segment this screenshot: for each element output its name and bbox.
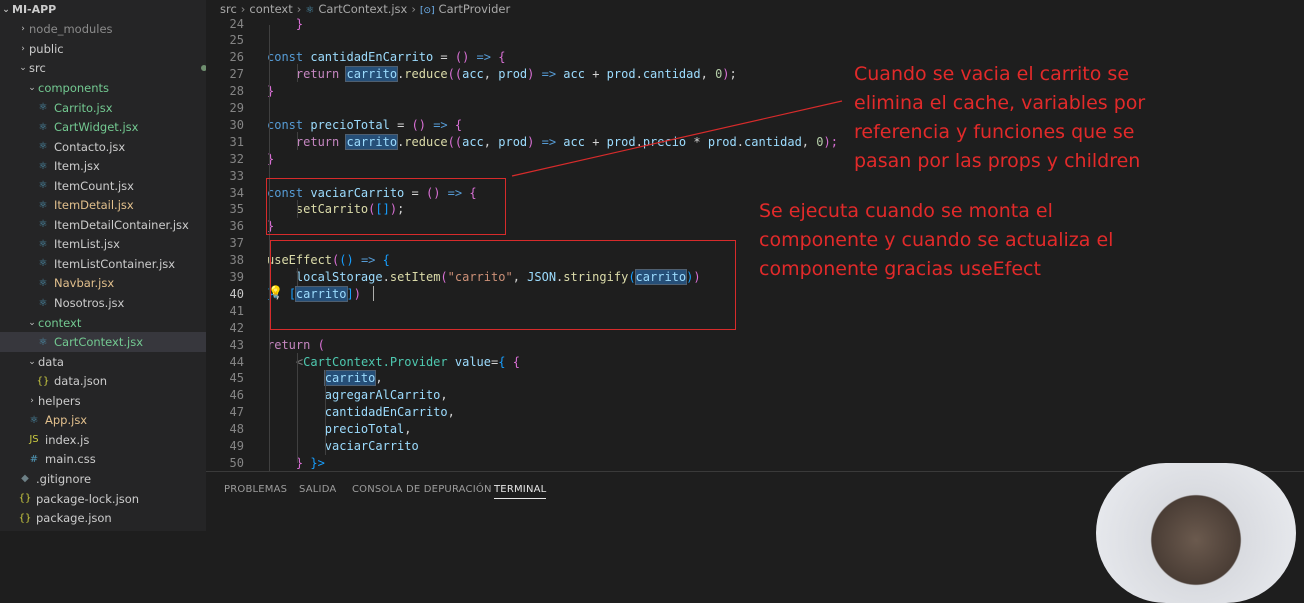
chevron-down-icon: ⌄ (28, 82, 36, 93)
json-file-icon: {} (18, 512, 32, 524)
file-tree-item[interactable]: › node_modules (0, 20, 206, 40)
file-tree-item[interactable]: ⌄ components (0, 78, 206, 98)
file-tree-label: .gitignore (36, 471, 92, 486)
chevron-down-icon: ⌄ (2, 4, 10, 15)
file-tree-label: ItemListContainer.jsx (54, 256, 176, 271)
annotation-note-useeffect: Se ejecuta cuando se monta el componente… (759, 197, 1113, 284)
file-tree-item[interactable]: ⚛ ItemList.jsx (0, 235, 206, 255)
js-file-icon: JS (29, 434, 39, 446)
css-file-icon: # (29, 453, 39, 465)
file-tree-label: package.json (36, 511, 112, 526)
file-tree-item[interactable]: ⚛ Nosotros.jsx (0, 293, 206, 313)
file-tree-item[interactable]: ◆ .gitignore (0, 469, 206, 489)
annotation-line: referencia y funciones que se (854, 121, 1135, 143)
annotation-note-vaciar: Cuando se vacia el carrito se elimina el… (854, 60, 1145, 176)
file-tree-item[interactable]: ⚛ Contacto.jsx (0, 137, 206, 157)
annotation-line: elimina el cache, variables por (854, 92, 1146, 114)
file-tree-label: package-lock.json (36, 491, 140, 506)
file-tree-item[interactable]: ⌄ src (0, 59, 206, 79)
file-tree-label: ItemList.jsx (54, 237, 120, 252)
chevron-right-icon: › (21, 43, 25, 54)
tab-salida[interactable]: SALIDA (299, 484, 336, 495)
file-tree-label: src (29, 61, 46, 76)
file-tree-item[interactable]: ⚛Navbar.jsxM (0, 274, 206, 294)
file-tree-item[interactable]: JS index.js (0, 430, 206, 450)
root-folder-label: MI-APP (12, 3, 57, 17)
react-file-icon: ⚛ (38, 238, 48, 250)
file-tree-label: data (38, 354, 64, 369)
file-tree-label: public (29, 41, 64, 56)
react-file-icon: ⚛ (38, 277, 48, 289)
file-tree-label: ItemDetail.jsx (54, 198, 134, 213)
webcam-overlay (1096, 463, 1296, 603)
json-file-icon: {} (36, 375, 50, 387)
file-tree-item[interactable]: # main.css (0, 450, 206, 470)
json-file-icon: {} (18, 493, 32, 505)
file-tree-item[interactable]: ⚛App.jsxM (0, 411, 206, 431)
react-file-icon: ⚛ (38, 160, 48, 172)
react-file-icon: ⚛ (38, 199, 48, 211)
react-file-icon: ⚛ (38, 141, 48, 153)
file-tree-item[interactable]: ⚛Carrito.jsxU (0, 98, 206, 118)
chevron-down-icon: ⌄ (28, 356, 36, 367)
react-file-icon: ⚛ (38, 219, 48, 231)
file-tree-label: App.jsx (45, 413, 88, 428)
react-file-icon: ⚛ (38, 336, 48, 348)
file-tree-item[interactable]: › helpers (0, 391, 206, 411)
react-file-icon: ⚛ (38, 121, 48, 133)
file-tree-label: CartWidget.jsx (54, 120, 139, 135)
file-tree-label: Navbar.jsx (54, 276, 115, 291)
file-tree-item[interactable]: ⚛ ItemListContainer.jsx (0, 254, 206, 274)
file-tree-item[interactable]: {} package.json (0, 508, 206, 528)
react-file-icon: ⚛ (38, 258, 48, 270)
file-tree-label: context (38, 315, 82, 330)
annotation-line: Se ejecuta cuando se monta el (759, 200, 1053, 222)
annotation-line: pasan por las props y children (854, 150, 1141, 172)
file-tree-label: CartContext.jsx (54, 335, 144, 350)
file-tree-item[interactable]: ⚛ItemDetail.jsxM (0, 196, 206, 216)
react-file-icon: ⚛ (38, 180, 48, 192)
git-file-icon: ◆ (21, 473, 29, 485)
file-tree-label: components (38, 80, 110, 95)
file-tree-item[interactable]: ⚛CartWidget.jsxU (0, 117, 206, 137)
file-tree-item[interactable]: ⚛ ItemCount.jsx (0, 176, 206, 196)
chevron-down-icon: ⌄ (28, 317, 36, 328)
file-tree-label: Contacto.jsx (54, 139, 126, 154)
file-tree-item[interactable]: ⌄ context (0, 313, 206, 333)
file-tree-label: ItemDetailContainer.jsx (54, 217, 189, 232)
file-tree-label: Item.jsx (54, 159, 100, 174)
file-tree-item[interactable]: ⌄ data (0, 352, 206, 372)
explorer-sidebar: ⌄ MI-APP › node_modules › public ⌄ src ⌄ compon… (0, 0, 206, 531)
file-tree-label: index.js (45, 432, 90, 447)
file-tree-item[interactable]: {} data.json (0, 371, 206, 391)
chevron-right-icon: › (21, 24, 25, 35)
file-tree-item[interactable]: ⚛ ItemDetailContainer.jsx (0, 215, 206, 235)
tab-consola-depuracion[interactable]: CONSOLA DE DEPURACIÓN (352, 484, 492, 495)
tab-problemas[interactable]: PROBLEMAS (224, 484, 287, 495)
react-file-icon: ⚛ (29, 414, 39, 426)
file-tree-item[interactable]: ⚛ Item.jsx (0, 156, 206, 176)
explorer-root-folder[interactable]: ⌄ MI-APP (0, 0, 206, 20)
file-tree-label: Carrito.jsx (54, 100, 113, 115)
annotation-line: componente gracias useEfect (759, 258, 1041, 280)
annotation-line: componente y cuando se actualiza el (759, 229, 1114, 251)
file-tree-label: data.json (54, 374, 108, 389)
file-tree-label: node_modules (29, 22, 113, 37)
file-tree-label: helpers (38, 393, 81, 408)
chevron-right-icon: › (30, 395, 34, 406)
file-tree-item[interactable]: › public (0, 39, 206, 59)
react-file-icon: ⚛ (38, 297, 48, 309)
file-tree-item[interactable]: ⚛CartContext.jsxU (0, 332, 206, 352)
file-tree-label: ItemCount.jsx (54, 178, 134, 193)
annotation-line: Cuando se vacia el carrito se (854, 63, 1130, 85)
file-tree-label: main.css (45, 452, 96, 467)
file-tree-item[interactable]: {} package-lock.json (0, 489, 206, 509)
tab-terminal[interactable]: TERMINAL (494, 484, 547, 499)
chevron-down-icon: ⌄ (19, 63, 27, 74)
file-tree-label: Nosotros.jsx (54, 296, 125, 311)
react-file-icon: ⚛ (38, 102, 48, 114)
